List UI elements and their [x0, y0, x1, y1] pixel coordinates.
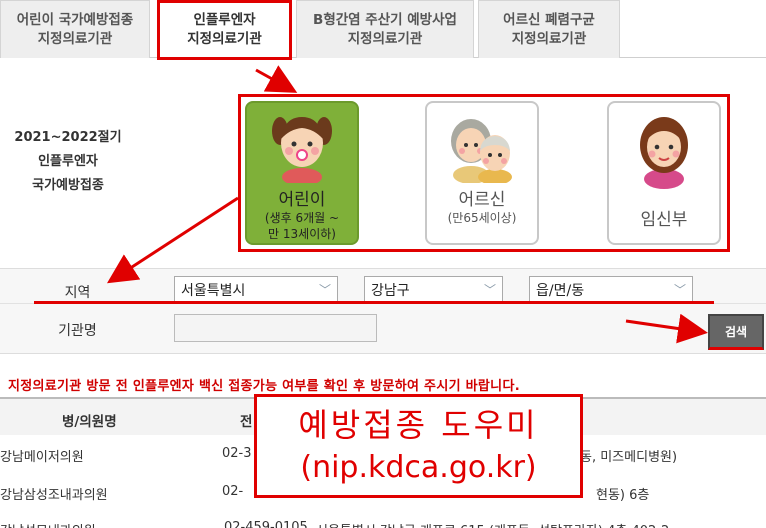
season-label: 2021~2022절기 인플루엔자 국가예방접종 [0, 126, 136, 198]
city-select[interactable]: 서울특별시 ﹀ [174, 276, 338, 302]
tab-label-line1: 인플루엔자 [193, 12, 256, 28]
chevron-down-icon: ﹀ [483, 283, 496, 297]
institution-name-input[interactable] [174, 314, 377, 342]
clinic-address: 서울특별시 강남구 개포로 615 (개포동, 성탁프라자) 4층 402-2 [316, 520, 669, 528]
category-child-age-line1: (생후 6개월 ~ [264, 211, 340, 225]
dong-select[interactable]: 읍/면/동 ﹀ [529, 276, 693, 302]
tab-bar: 어린이 국가예방접종 지정의료기관 인플루엔자 지정의료기관 B형간염 주산기 … [0, 0, 766, 60]
tab-label-line2: 지정의료기관 [187, 31, 262, 47]
header-clinic-name: 병/의원명 [62, 414, 117, 430]
table-row[interactable]: 강남성모내과의원 02-459-0105 서울특별시 강남구 개포로 615 (… [0, 510, 766, 528]
tab-label-line2: 지정의료기관 [511, 30, 587, 47]
clinic-address: 동, 미즈메디병원) [580, 450, 678, 465]
tab-senior-pneumococcal[interactable]: 어르신 폐렴구균 지정의료기관 [478, 0, 620, 58]
season-line3: 국가예방접종 [32, 178, 104, 193]
institution-label: 기관명 [58, 323, 97, 339]
category-pregnant-name: 임신부 [640, 210, 688, 230]
category-child-age-line2: 만 13세이하) [268, 227, 336, 241]
tab-label-line1: 어린이 국가예방접종 [16, 11, 134, 28]
chevron-down-icon: ﹀ [318, 283, 331, 297]
tab-child-vaccination[interactable]: 어린이 국가예방접종 지정의료기관 [0, 0, 150, 58]
category-selector: 어린이 (생후 6개월 ~ 만 13세이하) 어르신 (만65세이상) 임신부 [238, 94, 730, 252]
pregnant-woman-icon [640, 117, 688, 189]
child-face-icon [272, 117, 332, 183]
tab-influenza[interactable]: 인플루엔자 지정의료기관 [157, 0, 292, 60]
page: { "tabs": [ {"line1": "어린이 국가예방접종", "lin… [0, 0, 766, 528]
clinic-name: 강남메이저의원 [0, 450, 84, 465]
category-child-card[interactable]: 어린이 (생후 6개월 ~ 만 13세이하) [245, 101, 359, 245]
overlay-banner: 예방접종 도우미 (nip.kdca.go.kr) [254, 394, 583, 498]
tab-label-line1: 어르신 폐렴구균 [503, 11, 595, 28]
category-senior-age: (만65세이상) [447, 211, 517, 225]
search-button[interactable]: 검색 [708, 314, 764, 350]
overlay-url: (nip.kdca.go.kr) [300, 450, 537, 485]
city-select-value: 서울특별시 [181, 283, 246, 299]
category-child-name: 어린이 [278, 190, 326, 210]
district-select[interactable]: 강남구 ﹀ [364, 276, 503, 302]
overlay-title: 예방접종 도우미 [298, 406, 539, 444]
dong-select-value: 읍/면/동 [536, 283, 585, 299]
tab-hepatitis-b[interactable]: B형간염 주산기 예방사업 지정의료기관 [296, 0, 474, 58]
clinic-address: 현동) 6층 [596, 488, 650, 503]
category-pregnant-card[interactable]: 임신부 [607, 101, 721, 245]
clinic-phone: 02-3 [222, 446, 252, 461]
category-senior-name: 어르신 [458, 190, 506, 210]
region-label: 지역 [64, 285, 91, 301]
district-select-value: 강남구 [371, 283, 410, 299]
highlight-underline [34, 301, 714, 304]
arrow-to-categories [255, 65, 298, 93]
clinic-phone: 02- [222, 484, 244, 499]
season-line2: 인플루엔자 [38, 154, 98, 169]
season-line1: 2021~2022절기 [14, 130, 122, 145]
tab-label-line1: B형간염 주산기 예방사업 [313, 11, 457, 28]
tab-label-line2: 지정의료기관 [37, 30, 113, 47]
chevron-down-icon: ﹀ [673, 283, 686, 297]
clinic-phone: 02-459-0105 [224, 520, 308, 528]
tab-label-line2: 지정의료기관 [347, 30, 423, 47]
clinic-name: 강남삼성조내과의원 [0, 488, 108, 503]
category-senior-card[interactable]: 어르신 (만65세이상) [425, 101, 539, 245]
senior-couple-icon [451, 119, 512, 183]
notice-text: 지정의료기관 방문 전 인플루엔자 백신 접종가능 여부를 확인 후 방문하여 … [8, 379, 520, 394]
clinic-name: 강남성모내과의원 [0, 520, 96, 528]
header-phone: 전 [240, 414, 253, 430]
